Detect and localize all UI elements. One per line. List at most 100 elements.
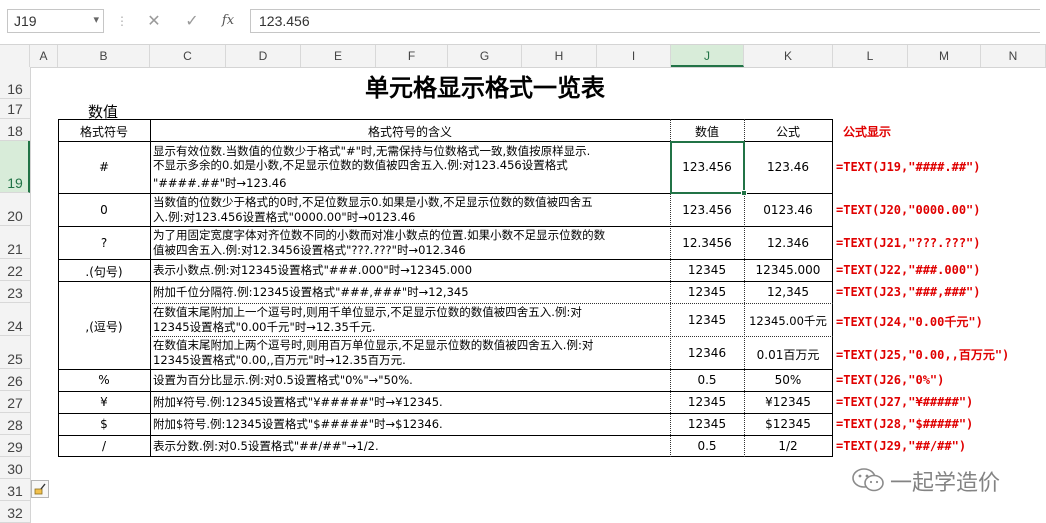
formula-text: =TEXT(J19,"####.##") <box>836 160 981 174</box>
header-formula: 公式 <box>775 125 800 139</box>
symbol-cell[interactable]: $ <box>58 417 150 431</box>
result-cell[interactable]: 12,345 <box>744 285 832 299</box>
row-header-21[interactable]: 21 <box>0 226 30 259</box>
formula-bar: J19 ▾ ⋮ ✕ ✓ fx 123.456 <box>0 0 1046 45</box>
symbol-cell[interactable]: / <box>58 439 150 453</box>
symbol-cell[interactable]: ¥ <box>58 395 150 409</box>
watermark-text: 一起学造价 <box>890 471 1001 496</box>
column-header-i[interactable]: I <box>597 45 671 67</box>
row-number: 23 <box>7 285 23 301</box>
meaning-line: 值被四舍五入.例:对12.3456设置格式"???.???"时→012.346 <box>153 243 466 257</box>
column-header-b[interactable]: B <box>58 45 150 67</box>
column-header-c[interactable]: C <box>150 45 226 67</box>
row-header-32[interactable]: 32 <box>0 501 30 523</box>
formula-text: =TEXT(J24,"0.00千元") <box>836 315 983 329</box>
result-cell[interactable]: 12345.00千元 <box>744 313 832 329</box>
header-formula-display: 公式显示 <box>843 125 892 139</box>
name-box[interactable]: J19 ▾ <box>7 9 104 33</box>
column-header-a[interactable]: A <box>30 45 58 67</box>
symbol-cell[interactable]: ,(逗号) <box>58 318 150 335</box>
row-header-23[interactable]: 23 <box>0 281 30 303</box>
formula-input[interactable]: 123.456 <box>250 9 1040 33</box>
value-cell[interactable]: 12.3456 <box>670 236 744 250</box>
formula-text: =TEXT(J20,"0000.00") <box>836 203 981 217</box>
value-cell[interactable]: 12346 <box>670 346 744 360</box>
row-header-24[interactable]: 24 <box>0 303 30 336</box>
row-header-27[interactable]: 27 <box>0 391 30 413</box>
symbol-cell[interactable]: .(句号) <box>58 263 150 280</box>
chevron-down-icon[interactable]: ▾ <box>93 13 99 26</box>
meaning-line: 显示有效位数.当数值的位数少于格式"#"时,无需保持与位数格式一致,数值按原样显… <box>153 144 591 158</box>
column-header-d[interactable]: D <box>226 45 301 67</box>
column-header-m[interactable]: M <box>908 45 981 67</box>
header-meaning: 格式符号的含义 <box>367 125 452 139</box>
value-cell[interactable]: 12345 <box>670 395 744 409</box>
meaning-line: 表示分数.例:对0.5设置格式"##/##"→1/2. <box>153 439 379 453</box>
cancel-icon[interactable]: ✕ <box>143 10 165 32</box>
value-cell[interactable]: 12345 <box>670 285 744 299</box>
meaning-line: 附加千位分隔符.例:12345设置格式"###,###"时→12,345 <box>153 285 469 299</box>
meaning-line: 不显示多余的0.如是小数,不足显示位数的数值被四舍五入.例:对123.456设置… <box>153 158 568 172</box>
meaning-line: 为了用固定宽度字体对齐位数不同的小数而对准小数点的位置.如果小数不足显示位数的数 <box>153 228 606 242</box>
formula-text: =TEXT(J21,"???.???") <box>836 236 981 250</box>
formula-text: =TEXT(J28,"$#####") <box>836 417 974 431</box>
row-header-31[interactable]: 31 <box>0 479 30 501</box>
result-cell[interactable]: 123.46 <box>744 160 832 174</box>
row-header-18[interactable]: 18 <box>0 119 30 141</box>
value-cell[interactable]: 0.5 <box>670 373 744 387</box>
result-cell[interactable]: 50% <box>744 373 832 387</box>
result-cell[interactable]: 12.346 <box>744 236 832 250</box>
meaning-line: "####.##"时→123.46 <box>153 176 287 190</box>
value-cell[interactable]: 0.5 <box>670 439 744 453</box>
value-cell[interactable]: 12345 <box>670 313 744 327</box>
row-header-19[interactable]: 19 <box>0 141 30 193</box>
symbol-cell[interactable]: % <box>58 373 150 387</box>
row-number: 22 <box>7 263 23 279</box>
row-number: 32 <box>7 505 23 521</box>
separator-grip-icon: ⋮ <box>116 14 128 28</box>
value-cell[interactable]: 123.456 <box>670 160 744 174</box>
result-cell[interactable]: $12345 <box>744 417 832 431</box>
column-header-n[interactable]: N <box>981 45 1046 67</box>
row-header-17[interactable]: 17 <box>0 99 30 119</box>
meaning-line: 12345设置格式"0.00千元"时→12.35千元. <box>153 320 376 334</box>
row-number: 30 <box>7 461 23 477</box>
paste-options-icon[interactable] <box>31 480 49 498</box>
row-header-22[interactable]: 22 <box>0 259 30 281</box>
formula-text: =TEXT(J29,"##/##") <box>836 439 967 453</box>
row-header-20[interactable]: 20 <box>0 193 30 226</box>
column-header-j[interactable]: J <box>671 45 744 67</box>
value-cell[interactable]: 123.456 <box>670 203 744 217</box>
row-number: 26 <box>7 373 23 389</box>
select-all-corner[interactable] <box>0 45 30 67</box>
fill-handle[interactable] <box>741 190 747 196</box>
column-header-e[interactable]: E <box>301 45 376 67</box>
result-cell[interactable]: 0.01百万元 <box>744 346 832 363</box>
meaning-line: 入.例:对123.456设置格式"0000.00"时→0123.46 <box>153 210 416 224</box>
column-header-l[interactable]: L <box>833 45 908 67</box>
sheet-title: 单元格显示格式一览表 <box>365 74 605 102</box>
symbol-cell[interactable]: # <box>58 160 150 174</box>
result-cell[interactable]: 0123.46 <box>744 203 832 217</box>
column-header-f[interactable]: F <box>376 45 448 67</box>
name-box-value: J19 <box>14 13 37 29</box>
row-header-30[interactable]: 30 <box>0 457 30 479</box>
column-header-k[interactable]: K <box>744 45 833 67</box>
row-header-26[interactable]: 26 <box>0 369 30 391</box>
column-header-g[interactable]: G <box>448 45 522 67</box>
row-header-16[interactable]: 16 <box>0 67 30 99</box>
value-cell[interactable]: 12345 <box>670 263 744 277</box>
enter-icon[interactable]: ✓ <box>181 10 203 32</box>
result-cell[interactable]: ¥12345 <box>744 395 832 409</box>
row-header-25[interactable]: 25 <box>0 336 30 369</box>
symbol-cell[interactable]: 0 <box>58 203 150 217</box>
result-cell[interactable]: 1/2 <box>744 439 832 453</box>
value-cell[interactable]: 12345 <box>670 417 744 431</box>
row-number: 19 <box>7 175 23 191</box>
insert-function-icon[interactable]: fx <box>217 10 239 32</box>
symbol-cell[interactable]: ? <box>58 236 150 250</box>
result-cell[interactable]: 12345.000 <box>744 263 832 277</box>
column-header-h[interactable]: H <box>522 45 597 67</box>
row-header-29[interactable]: 29 <box>0 435 30 457</box>
row-header-28[interactable]: 28 <box>0 413 30 435</box>
